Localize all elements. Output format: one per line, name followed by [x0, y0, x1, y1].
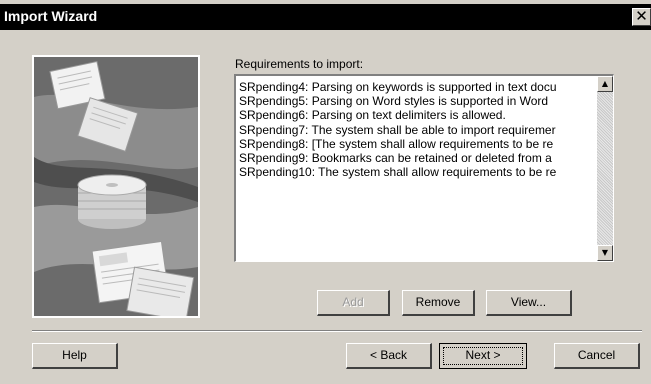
requirements-label: Requirements to import: — [235, 57, 364, 71]
wizard-illustration-frame — [32, 55, 200, 318]
back-button-label: < Back — [369, 348, 408, 362]
list-item[interactable]: SRpending7: The system shall be able to … — [239, 123, 595, 137]
list-item[interactable]: SRpending10: The system shall allow requ… — [239, 165, 595, 179]
view-button[interactable]: View... — [486, 290, 572, 316]
title-bar[interactable]: Import Wizard ✕ — [0, 4, 651, 30]
remove-button[interactable]: Remove — [402, 290, 475, 316]
cancel-button-label: Cancel — [577, 348, 616, 362]
footer-divider — [32, 330, 642, 332]
scroll-down-arrow-icon[interactable]: ▼ — [597, 245, 613, 261]
list-item[interactable]: SRpending8: [The system shall allow requ… — [239, 137, 595, 151]
help-button-label: Help — [62, 348, 87, 362]
wizard-illustration-art — [34, 57, 198, 316]
back-button[interactable]: < Back — [346, 343, 432, 369]
wizard-illustration — [34, 57, 198, 316]
help-button[interactable]: Help — [32, 343, 118, 369]
requirements-list[interactable]: SRpending4: Parsing on keywords is suppo… — [239, 80, 595, 179]
requirements-listbox[interactable]: SRpending4: Parsing on keywords is suppo… — [234, 74, 614, 262]
cancel-button[interactable]: Cancel — [554, 343, 640, 369]
add-button-label: Add — [342, 295, 364, 309]
list-item[interactable]: SRpending6: Parsing on text delimiters i… — [239, 108, 595, 122]
list-item[interactable]: SRpending4: Parsing on keywords is suppo… — [239, 80, 595, 94]
list-item[interactable]: SRpending5: Parsing on Word styles is su… — [239, 94, 595, 108]
window-title: Import Wizard — [4, 8, 98, 24]
remove-button-label: Remove — [415, 295, 461, 309]
scroll-up-arrow-icon[interactable]: ▲ — [597, 76, 613, 92]
close-icon[interactable]: ✕ — [632, 8, 651, 26]
next-button[interactable]: Next > — [439, 343, 527, 369]
add-button[interactable]: Add — [317, 290, 390, 316]
import-wizard-window: Import Wizard ✕ Requirements to import: … — [0, 0, 651, 384]
focus-ring — [443, 347, 523, 365]
vertical-scrollbar[interactable]: ▲ ▼ — [597, 76, 613, 261]
view-button-label: View... — [510, 295, 547, 309]
list-item[interactable]: SRpending9: Bookmarks can be retained or… — [239, 151, 595, 165]
